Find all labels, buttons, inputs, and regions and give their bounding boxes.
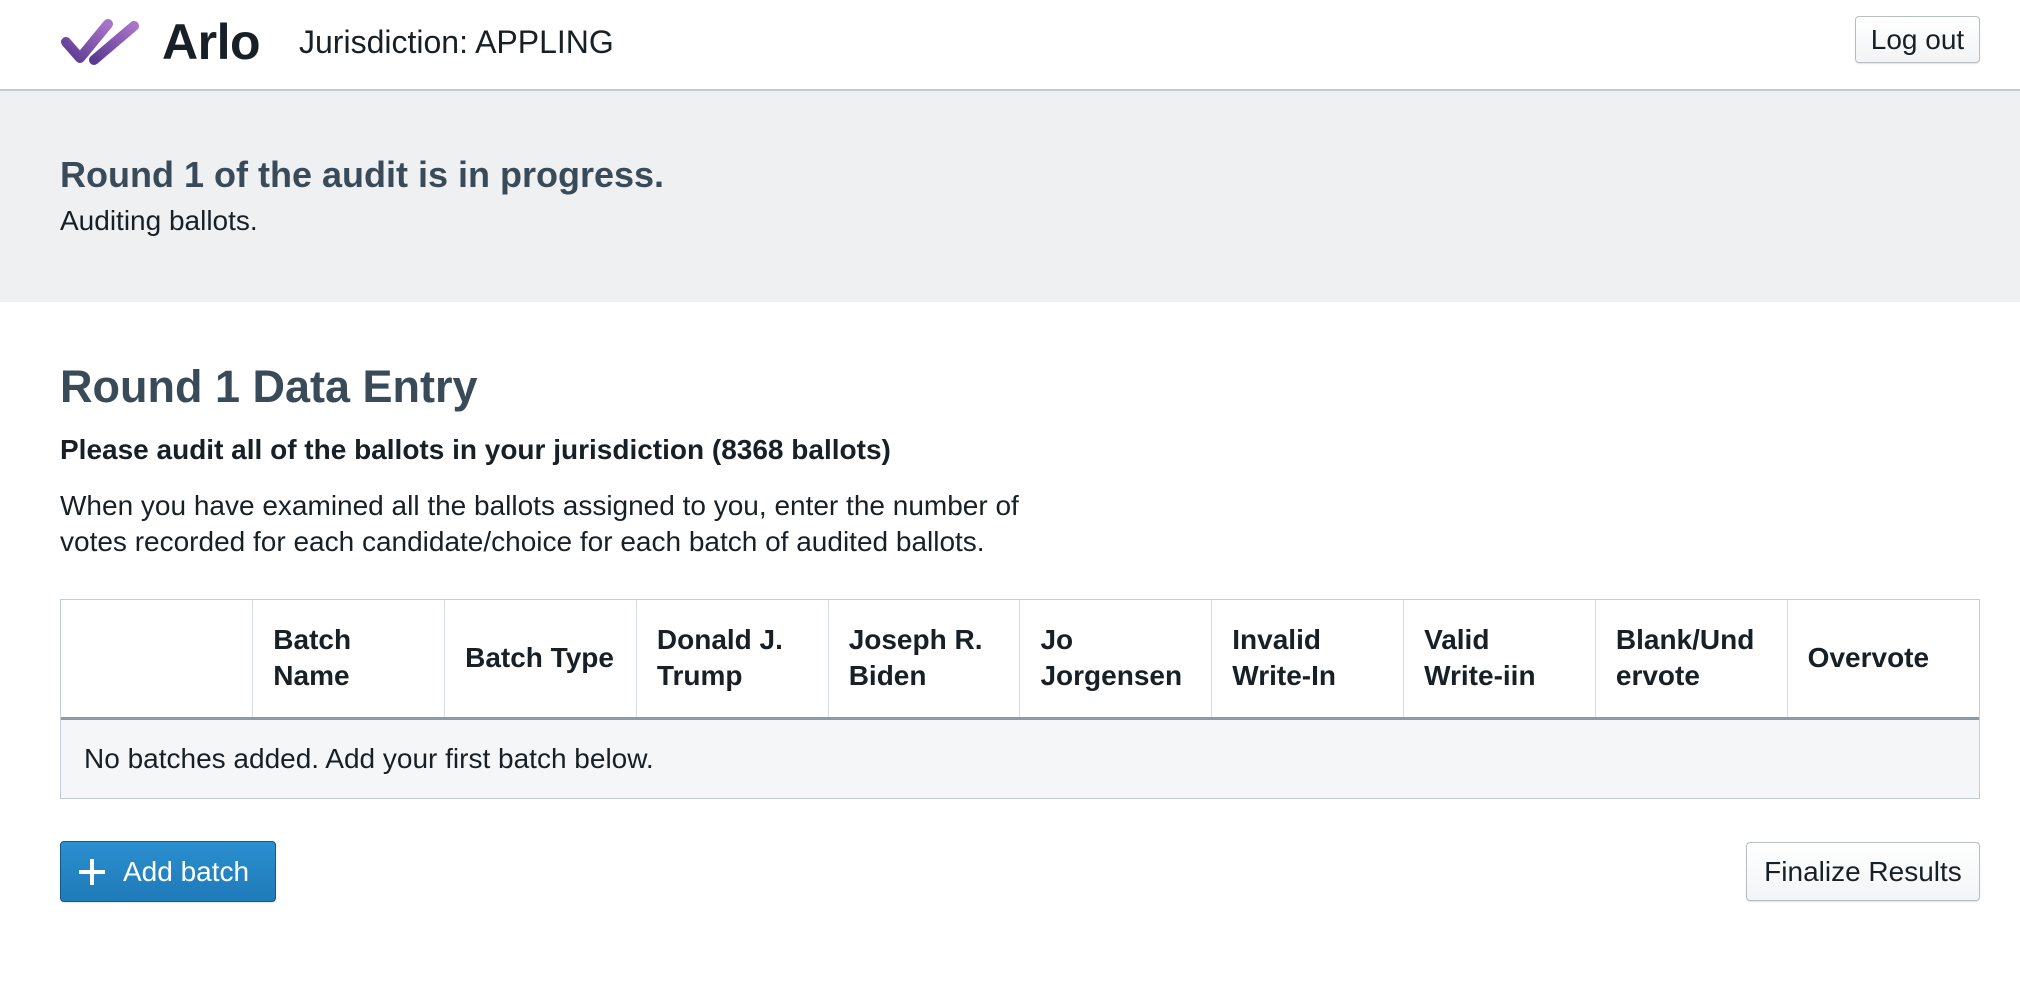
batch-table: Batch Name Batch Type Donald J. Trump Jo… [60,599,1980,799]
arlo-checkmark-logo-icon [61,19,139,65]
column-header-trump: Donald J. Trump [636,600,829,720]
column-header-jorgensen: Jo Jorgensen [1019,600,1213,720]
column-header-valid-write-in: Valid Write-iin [1403,600,1596,720]
column-header-batch-name: Batch Name [252,600,446,720]
status-subtitle: Auditing ballots. [60,205,258,236]
audit-instruction: Please audit all of the ballots in your … [60,434,891,465]
arlo-logo: Arlo [60,12,261,72]
jurisdiction-label: Jurisdiction: APPLING [299,24,614,60]
column-header-invalid-write-in: Invalid Write-In [1211,600,1405,720]
column-header-batch-type: Batch Type [444,600,637,720]
empty-table-row: No batches added. Add your first batch b… [61,718,1979,798]
status-banner: Round 1 of the audit is in progress. Aud… [0,91,2020,302]
page-title: Round 1 Data Entry [60,361,478,412]
logo-text: Arlo [162,14,261,70]
audit-description: When you have examined all the ballots a… [60,490,1019,557]
empty-table-message: No batches added. Add your first batch b… [61,718,1979,798]
table-header-row: Batch Name Batch Type Donald J. Trump Jo… [61,600,1979,720]
status-title: Round 1 of the audit is in progress. [60,154,665,195]
column-header-undervote: Blank/Und ervote [1595,600,1788,720]
column-header-actions [61,600,254,720]
top-navbar: Arlo Jurisdiction: APPLING Log out [0,0,2020,91]
column-header-overvote: Overvote [1787,600,1979,720]
plus-icon [79,858,105,885]
add-batch-button[interactable]: Add batch [60,841,276,902]
finalize-results-button[interactable]: Finalize Results [1746,842,1980,901]
column-header-biden: Joseph R. Biden [828,600,1021,720]
logout-button[interactable]: Log out [1855,16,1980,63]
add-batch-label: Add batch [123,855,250,887]
